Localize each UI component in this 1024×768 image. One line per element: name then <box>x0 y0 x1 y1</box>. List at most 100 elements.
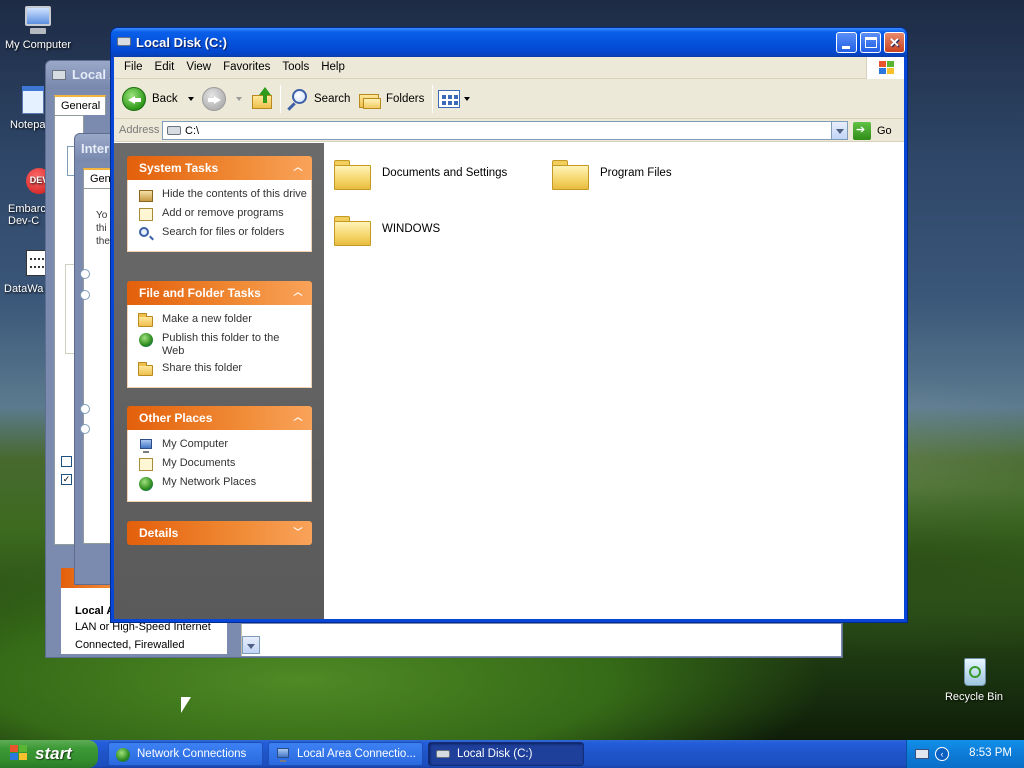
place-label: My Documents <box>162 457 236 469</box>
taskbar: start Network Connections Local Area Con… <box>0 740 1024 768</box>
address-dropdown-icon[interactable] <box>831 121 848 140</box>
expand-icon[interactable]: ﹀ <box>292 527 304 539</box>
task-search-files[interactable]: Search for files or folders <box>138 226 311 241</box>
clock[interactable]: 8:53 PM <box>969 747 1012 759</box>
internet-panel-text: Yo thi the <box>96 210 110 247</box>
menu-tools[interactable]: Tools <box>276 57 315 73</box>
drive-icon <box>167 126 181 135</box>
radio-button[interactable] <box>80 290 90 300</box>
toolbar-separator <box>280 85 281 113</box>
desktop-icon-my-computer[interactable]: My Computer <box>0 4 76 51</box>
collapse-icon[interactable]: ︿ <box>292 412 304 424</box>
checkbox-checked[interactable]: ✓ <box>61 474 72 485</box>
title-bar[interactable]: Local Disk (C:) ✕ <box>111 28 907 57</box>
collapse-icon[interactable]: ︿ <box>292 162 304 174</box>
task-hide-drive-contents[interactable]: Hide the contents of this drive <box>138 188 311 203</box>
explorer-window[interactable]: Local Disk (C:) ✕ File Edit View Favorites T… <box>110 27 908 623</box>
connection-status: Connected, Firewalled <box>75 639 185 651</box>
menu-help[interactable]: Help <box>315 57 351 73</box>
go-button[interactable]: Go <box>853 121 892 140</box>
search-icon <box>138 226 154 241</box>
tab-general[interactable]: General <box>54 95 106 115</box>
back-dropdown-icon[interactable] <box>187 97 194 101</box>
desktop-icon-label: My Computer <box>4 39 72 51</box>
details-panel: Details ﹀ <box>127 521 312 545</box>
forward-dropdown-icon[interactable] <box>236 97 242 101</box>
task-label: Add or remove programs <box>162 207 284 219</box>
views-button[interactable] <box>438 84 470 114</box>
radio-button[interactable] <box>80 269 90 279</box>
start-label: start <box>35 744 72 763</box>
publish-web-icon <box>138 332 154 347</box>
maximize-button[interactable] <box>860 32 881 53</box>
views-dropdown-icon[interactable] <box>464 97 470 101</box>
network-icon <box>275 747 291 762</box>
place-my-computer[interactable]: My Computer <box>138 438 311 453</box>
add-remove-programs-icon <box>138 207 154 222</box>
close-button[interactable]: ✕ <box>884 32 905 53</box>
taskbar-button-local-disk[interactable]: Local Disk (C:) <box>428 742 584 766</box>
collapse-icon[interactable]: ︿ <box>292 287 304 299</box>
back-label: Back <box>152 93 178 105</box>
task-add-remove-programs[interactable]: Add or remove programs <box>138 207 311 222</box>
file-folder-tasks-title: File and Folder Tasks <box>139 286 261 300</box>
place-my-network-places[interactable]: My Network Places <box>138 476 311 491</box>
show-hidden-icons-icon[interactable]: ‹ <box>935 747 949 761</box>
other-places-title: Other Places <box>139 411 213 425</box>
checkbox[interactable] <box>61 456 72 467</box>
search-button[interactable]: Search <box>286 84 350 114</box>
details-header[interactable]: Details ﹀ <box>127 521 312 545</box>
folders-icon <box>358 87 382 111</box>
close-icon: ✕ <box>889 35 900 50</box>
tab-general-label: General <box>61 100 101 112</box>
folder-label: WINDOWS <box>382 223 441 235</box>
task-label: Publish this folder to the Web <box>162 332 280 357</box>
menu-favorites[interactable]: Favorites <box>217 57 276 73</box>
recycle-bin-icon <box>958 656 990 688</box>
task-make-new-folder[interactable]: Make a new folder <box>138 313 311 328</box>
radio-button[interactable] <box>80 424 90 434</box>
task-publish-to-web[interactable]: Publish this folder to the Web <box>138 332 311 358</box>
new-folder-icon <box>138 313 154 328</box>
up-button[interactable] <box>250 84 274 114</box>
other-places-header[interactable]: Other Places ︿ <box>127 406 312 430</box>
windows-logo-icon <box>866 57 904 79</box>
folder-up-icon <box>250 87 274 111</box>
back-button[interactable]: Back <box>122 84 194 114</box>
desktop-icon-recycle-bin[interactable]: Recycle Bin <box>936 656 1012 703</box>
taskbar-button-label: Network Connections <box>137 748 247 760</box>
folder-icon <box>334 211 372 246</box>
other-places-panel: Other Places ︿ My Computer My Documents <box>127 406 312 502</box>
system-tasks-header[interactable]: System Tasks ︿ <box>127 156 312 180</box>
folders-button[interactable]: Folders <box>358 84 424 114</box>
forward-button[interactable] <box>202 84 242 114</box>
go-arrow-icon <box>853 121 871 140</box>
menu-edit[interactable]: Edit <box>149 57 181 73</box>
other-places-list: My Computer My Documents My Network Plac… <box>127 430 312 502</box>
start-button[interactable]: start <box>0 740 98 768</box>
window-client: FileEditViewFavoritesToolsHelp Back <box>114 57 904 619</box>
taskbar-button-local-area-connection[interactable]: Local Area Connectio... <box>268 742 423 766</box>
computer-icon <box>138 438 154 453</box>
taskbar-button-network-connections[interactable]: Network Connections <box>108 742 263 766</box>
system-tasks-panel: System Tasks ︿ Hide the contents of this… <box>127 156 312 252</box>
chevron-down-icon[interactable] <box>242 636 260 654</box>
internet-title: Inter <box>81 141 110 156</box>
address-input[interactable]: C:\ <box>162 121 848 140</box>
place-label: My Computer <box>162 438 229 450</box>
explorer-body: System Tasks ︿ Hide the contents of this… <box>114 143 904 619</box>
minimize-button[interactable] <box>836 32 857 53</box>
menu-view[interactable]: View <box>180 57 217 73</box>
folder-icon <box>552 155 590 190</box>
task-share-folder[interactable]: Share this folder <box>138 362 311 377</box>
standard-toolbar: Back Search Folders <box>114 79 904 119</box>
file-folder-tasks-header[interactable]: File and Folder Tasks ︿ <box>127 281 312 305</box>
documents-icon <box>138 457 154 472</box>
place-my-documents[interactable]: My Documents <box>138 457 311 472</box>
folder-label: Documents and Settings <box>382 167 508 179</box>
keyboard-icon[interactable] <box>915 749 929 759</box>
radio-button[interactable] <box>80 404 90 414</box>
address-label: Address <box>119 124 160 136</box>
place-label: My Network Places <box>162 476 257 488</box>
menu-file[interactable]: File <box>118 57 149 73</box>
